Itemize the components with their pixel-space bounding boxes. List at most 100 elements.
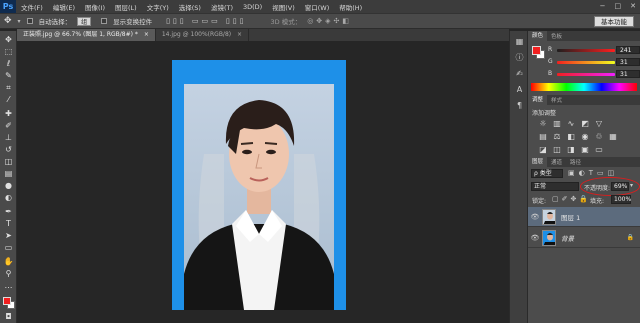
shape-tool-icon[interactable]: ▭ <box>3 243 14 253</box>
tab-swatches[interactable]: 色板 <box>547 32 566 40</box>
show-transform-checkbox[interactable] <box>101 18 108 24</box>
blur-tool-icon[interactable]: ● <box>3 181 14 191</box>
gradient-map-icon[interactable]: ▭ <box>594 145 604 155</box>
menu-file[interactable]: 文件(F) <box>16 2 48 12</box>
character-panel-icon[interactable]: A <box>514 85 525 95</box>
eyedropper-tool-icon[interactable]: ⁄ <box>3 95 14 105</box>
brightness-icon[interactable]: ☼ <box>538 119 548 129</box>
menu-help[interactable]: 帮助(H) <box>334 2 367 12</box>
type-tool-icon[interactable]: T <box>3 219 14 229</box>
crop-tool-icon[interactable]: ⌗ <box>3 83 14 93</box>
color-lookup-icon[interactable]: ▦ <box>608 132 618 142</box>
tool-preset-dropdown-icon[interactable]: ▾ <box>18 18 21 25</box>
history-panel-icon[interactable]: ▦ <box>514 37 525 47</box>
menu-filter[interactable]: 滤镜(T) <box>206 2 238 12</box>
menu-layer[interactable]: 图层(L) <box>110 2 142 12</box>
g-value-field[interactable]: 31 <box>616 58 640 66</box>
layer-filter-dropdown[interactable]: ρ 类型 <box>531 169 563 178</box>
blend-mode-dropdown[interactable]: 正常 <box>531 182 579 191</box>
move-tool-icon: ✥ <box>4 16 12 26</box>
exposure-icon[interactable]: ◩ <box>580 119 590 129</box>
layer-row-layer1[interactable]: 👁 图层 1 <box>528 207 640 227</box>
filter-icons[interactable]: ▣◐T▭◫ <box>568 169 618 177</box>
foreground-color-chip[interactable] <box>532 46 541 55</box>
maximize-button[interactable]: □ <box>615 2 622 10</box>
tab-styles[interactable]: 样式 <box>547 96 566 104</box>
r-value-field[interactable]: 241 <box>616 46 640 54</box>
window-controls: − □ ✕ <box>600 2 636 10</box>
tab-current-document[interactable]: 正装照.jpg @ 66.7% (图层 1, RGB/8#) * × <box>17 29 156 41</box>
visibility-eye-icon[interactable]: 👁 <box>528 234 542 242</box>
color-balance-icon[interactable]: ⚖ <box>552 132 562 142</box>
clone-stamp-tool-icon[interactable]: ⊥ <box>3 133 14 143</box>
paragraph-panel-icon[interactable]: ¶ <box>514 101 525 111</box>
path-select-tool-icon[interactable]: ➤ <box>3 231 14 241</box>
fill-field[interactable]: 100% <box>611 195 631 204</box>
tab-channels[interactable]: 通道 <box>547 158 566 166</box>
zoom-tool-icon[interactable]: ⚲ <box>3 269 14 279</box>
menu-image[interactable]: 图像(I) <box>80 2 110 12</box>
menu-3d[interactable]: 3D(D) <box>238 3 267 11</box>
tab-second-document[interactable]: 14.jpg @ 100%(RGB/8) × <box>156 29 250 41</box>
lock-icons[interactable]: ▢✐✥🔒 <box>552 195 591 203</box>
gradient-tool-icon[interactable]: ▤ <box>3 169 14 179</box>
channel-mixer-icon[interactable]: ♲ <box>594 132 604 142</box>
close-button[interactable]: ✕ <box>630 2 636 10</box>
document-canvas[interactable] <box>172 60 346 310</box>
foreground-color-swatch[interactable] <box>3 297 11 305</box>
threshold-icon[interactable]: ◨ <box>566 145 576 155</box>
quick-mask-icon[interactable]: ◘ <box>3 312 14 322</box>
more-tools-icon[interactable]: … <box>3 281 14 291</box>
workspace-switcher[interactable]: 基本功能 <box>594 16 634 27</box>
r-slider[interactable] <box>557 49 615 52</box>
levels-icon[interactable]: ▥ <box>552 119 562 129</box>
minimize-button[interactable]: − <box>600 2 606 10</box>
layer-row-background[interactable]: 👁 背景 🔒 <box>528 228 640 248</box>
dodge-tool-icon[interactable]: ◐ <box>3 193 14 203</box>
close-tab-icon[interactable]: × <box>237 31 242 38</box>
auto-select-dropdown[interactable]: 组 <box>77 16 92 26</box>
brush-tool-icon[interactable]: ✐ <box>3 121 14 131</box>
vibrance-icon[interactable]: ▽ <box>594 119 604 129</box>
auto-select-checkbox[interactable] <box>26 18 33 24</box>
healing-brush-tool-icon[interactable]: ✚ <box>3 109 14 119</box>
menu-window[interactable]: 窗口(W) <box>300 2 335 12</box>
align-icons[interactable]: ▯▯▯ ▭▭▭ ▯▯▯ <box>166 17 246 25</box>
portrait-photo <box>184 84 334 310</box>
black-white-icon[interactable]: ◧ <box>566 132 576 142</box>
invert-icon[interactable]: ◪ <box>538 145 548 155</box>
r-label: R <box>548 46 553 53</box>
hue-saturation-icon[interactable]: ▤ <box>538 132 548 142</box>
spectrum-bar[interactable] <box>531 83 637 91</box>
brush-panel-icon[interactable]: ✍ <box>514 69 525 79</box>
layers-panel-tabs: 图层 通道 路径 <box>528 157 640 167</box>
menu-view[interactable]: 视图(V) <box>267 2 300 12</box>
tab-adjustments[interactable]: 调整 <box>528 95 548 105</box>
curves-icon[interactable]: ∿ <box>566 119 576 129</box>
lasso-tool-icon[interactable]: ℓ <box>3 59 14 69</box>
move-tool-icon[interactable]: ✥ <box>3 35 14 45</box>
selective-color-icon[interactable]: ▣ <box>580 145 590 155</box>
menu-type[interactable]: 文字(Y) <box>142 2 174 12</box>
visibility-eye-icon[interactable]: 👁 <box>528 213 542 221</box>
hand-tool-icon[interactable]: ✋ <box>3 257 14 267</box>
photo-filter-icon[interactable]: ◉ <box>580 132 590 142</box>
history-brush-tool-icon[interactable]: ↺ <box>3 145 14 155</box>
eraser-tool-icon[interactable]: ◫ <box>3 157 14 167</box>
3d-mode-icons[interactable]: ◎✥◈✣◧ <box>307 17 352 25</box>
tab-layers[interactable]: 图层 <box>528 157 548 167</box>
properties-panel-icon[interactable]: ⓘ <box>514 53 525 63</box>
tab-label: 正装照.jpg @ 66.7% (图层 1, RGB/8#) * <box>23 31 138 38</box>
posterize-icon[interactable]: ◫ <box>552 145 562 155</box>
quick-select-tool-icon[interactable]: ✎ <box>3 71 14 81</box>
tab-color[interactable]: 颜色 <box>528 31 548 41</box>
g-slider[interactable] <box>557 61 615 64</box>
marquee-tool-icon[interactable]: ⬚ <box>3 47 14 57</box>
pen-tool-icon[interactable]: ✒ <box>3 207 14 217</box>
menu-select[interactable]: 选择(S) <box>174 2 206 12</box>
tab-paths[interactable]: 路径 <box>566 158 585 166</box>
b-value-field[interactable]: 31 <box>616 70 640 78</box>
close-tab-icon[interactable]: × <box>144 31 149 38</box>
menu-edit[interactable]: 编辑(E) <box>48 2 80 12</box>
b-slider[interactable] <box>557 73 615 76</box>
